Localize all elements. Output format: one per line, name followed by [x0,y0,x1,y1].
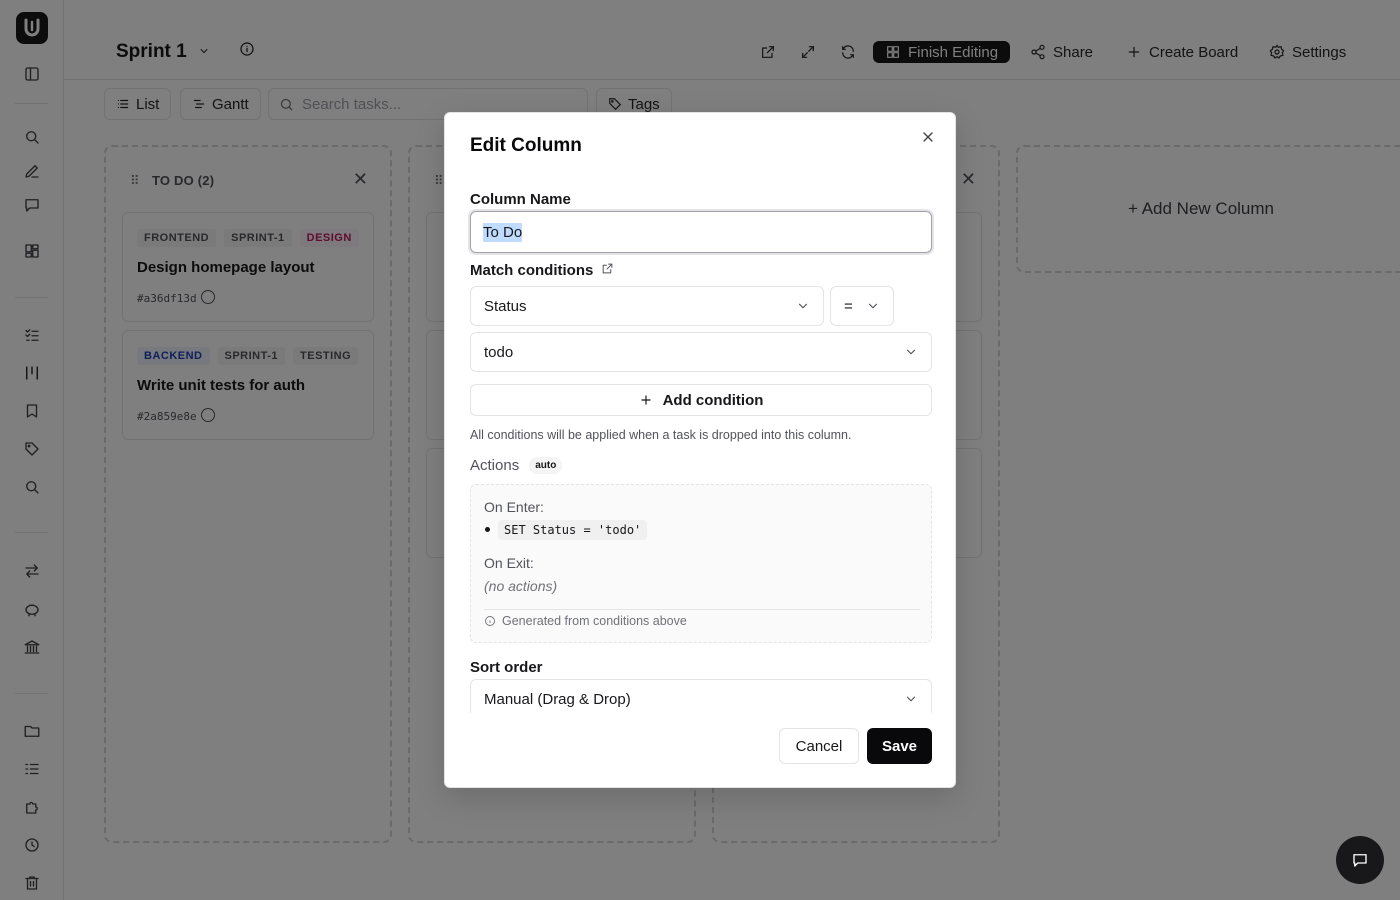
on-exit-label: On Exit: [484,555,534,571]
condition-field-value: Status [484,297,527,315]
conditions-hint: All conditions will be applied when a ta… [470,428,852,442]
sort-order-select[interactable]: Manual (Drag & Drop) [470,679,932,713]
dialog-title: Edit Column [470,135,582,156]
on-exit-action: (no actions) [484,578,558,594]
generated-note-text: Generated from conditions above [502,614,687,628]
condition-operator-value: = [844,297,853,315]
save-button[interactable]: Save [867,728,932,764]
chevron-down-icon [868,303,878,309]
condition-field-select[interactable]: Status [470,286,824,326]
column-name-input[interactable]: To Do [470,211,932,253]
chat-icon [1353,854,1367,867]
condition-operator-select[interactable]: = [830,286,894,326]
on-enter-label: On Enter: [484,499,544,515]
chevron-down-icon [798,303,808,309]
cancel-button[interactable]: Cancel [779,728,859,764]
actions-header: Actions auto [470,457,563,474]
chat-button[interactable] [1336,836,1384,884]
add-condition-label: Add condition [662,391,764,409]
actions-preview: On Enter: SET Status = 'todo' On Exit: (… [470,484,932,643]
sort-order-scroll-area: Manual (Drag & Drop) [470,679,932,713]
match-conditions-text: Match conditions [470,262,594,279]
edit-column-dialog: Edit Column Column Name To Do Match cond… [444,112,956,788]
bullet [485,527,490,532]
plus-icon [640,395,651,405]
external-link-icon[interactable] [601,262,614,279]
auto-badge: auto [529,457,563,474]
chevron-down-icon [906,696,916,702]
sort-order-label: Sort order [470,659,543,676]
close-icon[interactable] [920,129,938,147]
chevron-down-icon [906,349,916,355]
condition-value: todo [484,343,514,361]
condition-value-select[interactable]: todo [470,332,932,372]
generated-note: Generated from conditions above [484,614,687,628]
divider [484,609,920,610]
sort-order-value: Manual (Drag & Drop) [484,690,631,708]
match-conditions-label: Match conditions [470,262,614,279]
column-name-label: Column Name [470,191,571,208]
info-icon [485,616,495,626]
column-name-value: To Do [483,222,523,242]
add-condition-button[interactable]: Add condition [470,384,932,416]
on-enter-action: SET Status = 'todo' [498,520,648,540]
actions-label: Actions [470,457,520,474]
